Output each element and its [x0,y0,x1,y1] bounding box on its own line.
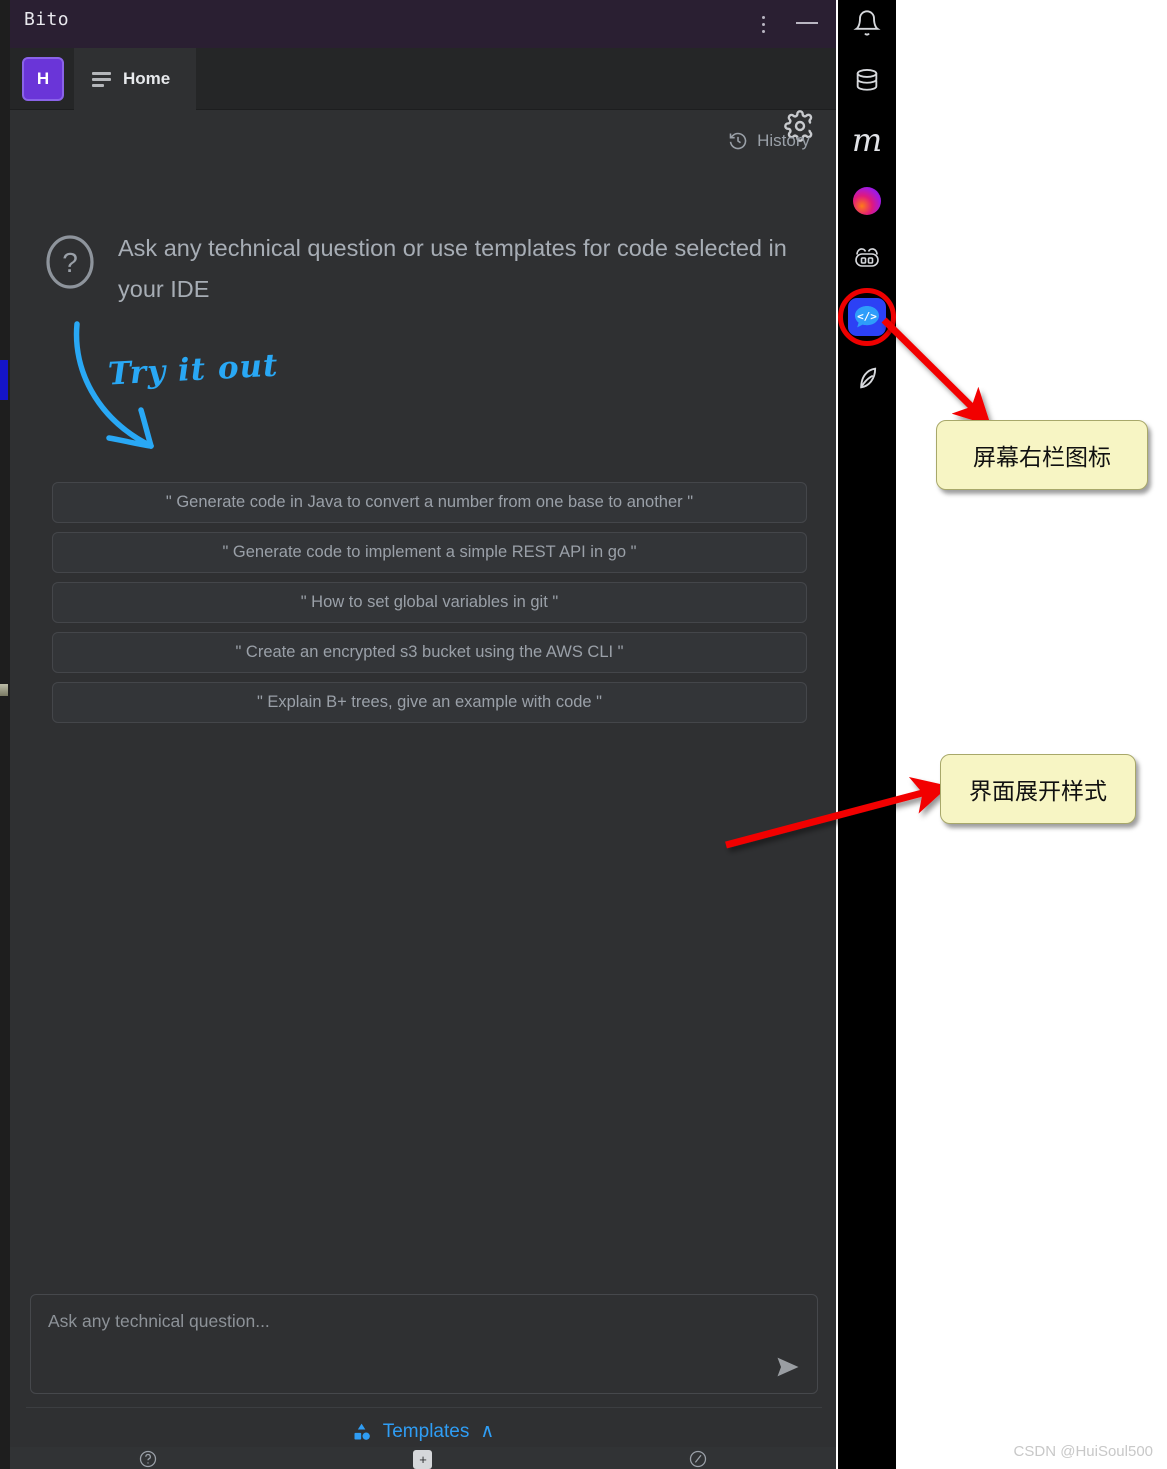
bito-code-chat-icon: </> [848,298,886,336]
footer-feedback-button[interactable] [561,1447,836,1468]
tab-home-label: Home [123,69,171,88]
history-clock-icon [729,132,747,150]
sidebar-item-leaf-tool[interactable] [838,355,896,401]
watermark: CSDN @HuiSoul500 [1013,1443,1153,1460]
annotation-note-sidebar-icon: 屏幕右栏图标 [936,420,1148,490]
screenshot-root: Bito H Home History ? Ask any technical … [0,0,1167,1469]
suggestion-item[interactable]: " How to set global variables in git " [52,582,807,623]
templates-label: Templates [382,1420,470,1442]
database-icon [856,68,878,91]
sidebar-item-copilot[interactable] [838,236,896,282]
minimize-icon[interactable] [796,22,818,24]
sidebar-item-database[interactable] [838,58,896,104]
composer-divider [26,1407,822,1408]
annotation-arrow-1 [881,317,991,426]
sidebar-item-gradient-tool[interactable] [838,178,896,224]
history-label: History [757,131,810,150]
question-input-placeholder: Ask any technical question... [48,1311,270,1331]
question-mark-circle-icon: ? [44,234,96,290]
pen-circle-icon [690,1450,707,1468]
sidebar-item-bito[interactable]: </> [838,294,896,340]
suggestion-item[interactable]: " Generate code to implement a simple RE… [52,532,807,573]
letter-m-icon: m [851,121,883,159]
suggestion-item[interactable]: " Generate code in Java to convert a num… [52,482,807,523]
gradient-orb-icon [853,187,881,215]
suggestion-list: " Generate code in Java to convert a num… [52,482,807,723]
intro-block: ? Ask any technical question or use temp… [44,228,804,310]
history-button[interactable]: History [728,131,810,151]
ide-edge-fragment [0,684,8,696]
footer-add-button[interactable]: + [285,1447,560,1469]
title-bar: Bito [10,0,836,48]
menu-lines-icon [92,71,111,87]
kebab-menu-icon[interactable] [752,10,774,38]
footer-help-button[interactable] [10,1447,285,1468]
templates-toggle[interactable]: Templates ∧ [10,1420,836,1443]
intro-text: Ask any technical question or use templa… [118,235,787,302]
tab-strip: H Home [10,48,836,142]
question-circle-icon [139,1450,156,1468]
ide-edge-blue-marker [0,360,8,400]
account-badge[interactable]: H [22,57,64,101]
bito-panel: Bito H Home History ? Ask any technical … [10,0,836,1469]
robot-face-icon [855,248,879,267]
app-title: Bito [24,9,69,30]
send-button[interactable] [773,1353,803,1381]
plus-icon: + [413,1450,433,1469]
try-it-out-arrow [65,320,295,470]
activity-bar: m </> [838,0,896,1469]
leaf-icon [860,367,877,389]
bell-icon [853,10,881,36]
svg-text:?: ? [62,247,78,278]
svg-text:</>: </> [857,310,877,323]
tab-home[interactable]: Home [74,48,197,110]
suggestion-item[interactable]: " Explain B+ trees, give an example with… [52,682,807,723]
suggestion-item[interactable]: " Create an encrypted s3 bucket using th… [52,632,807,673]
chevron-up-icon: ∧ [480,1421,495,1442]
sidebar-item-mongodb[interactable]: m [838,117,896,163]
sidebar-item-notifications[interactable] [838,0,896,46]
shapes-icon [354,1423,370,1440]
send-paper-plane-icon [777,1357,799,1377]
question-input[interactable]: Ask any technical question... [30,1294,818,1394]
footer-bar: + [10,1447,836,1469]
ide-edge-sliver [0,0,10,1469]
annotation-note-expanded-ui: 界面展开样式 [940,754,1136,824]
